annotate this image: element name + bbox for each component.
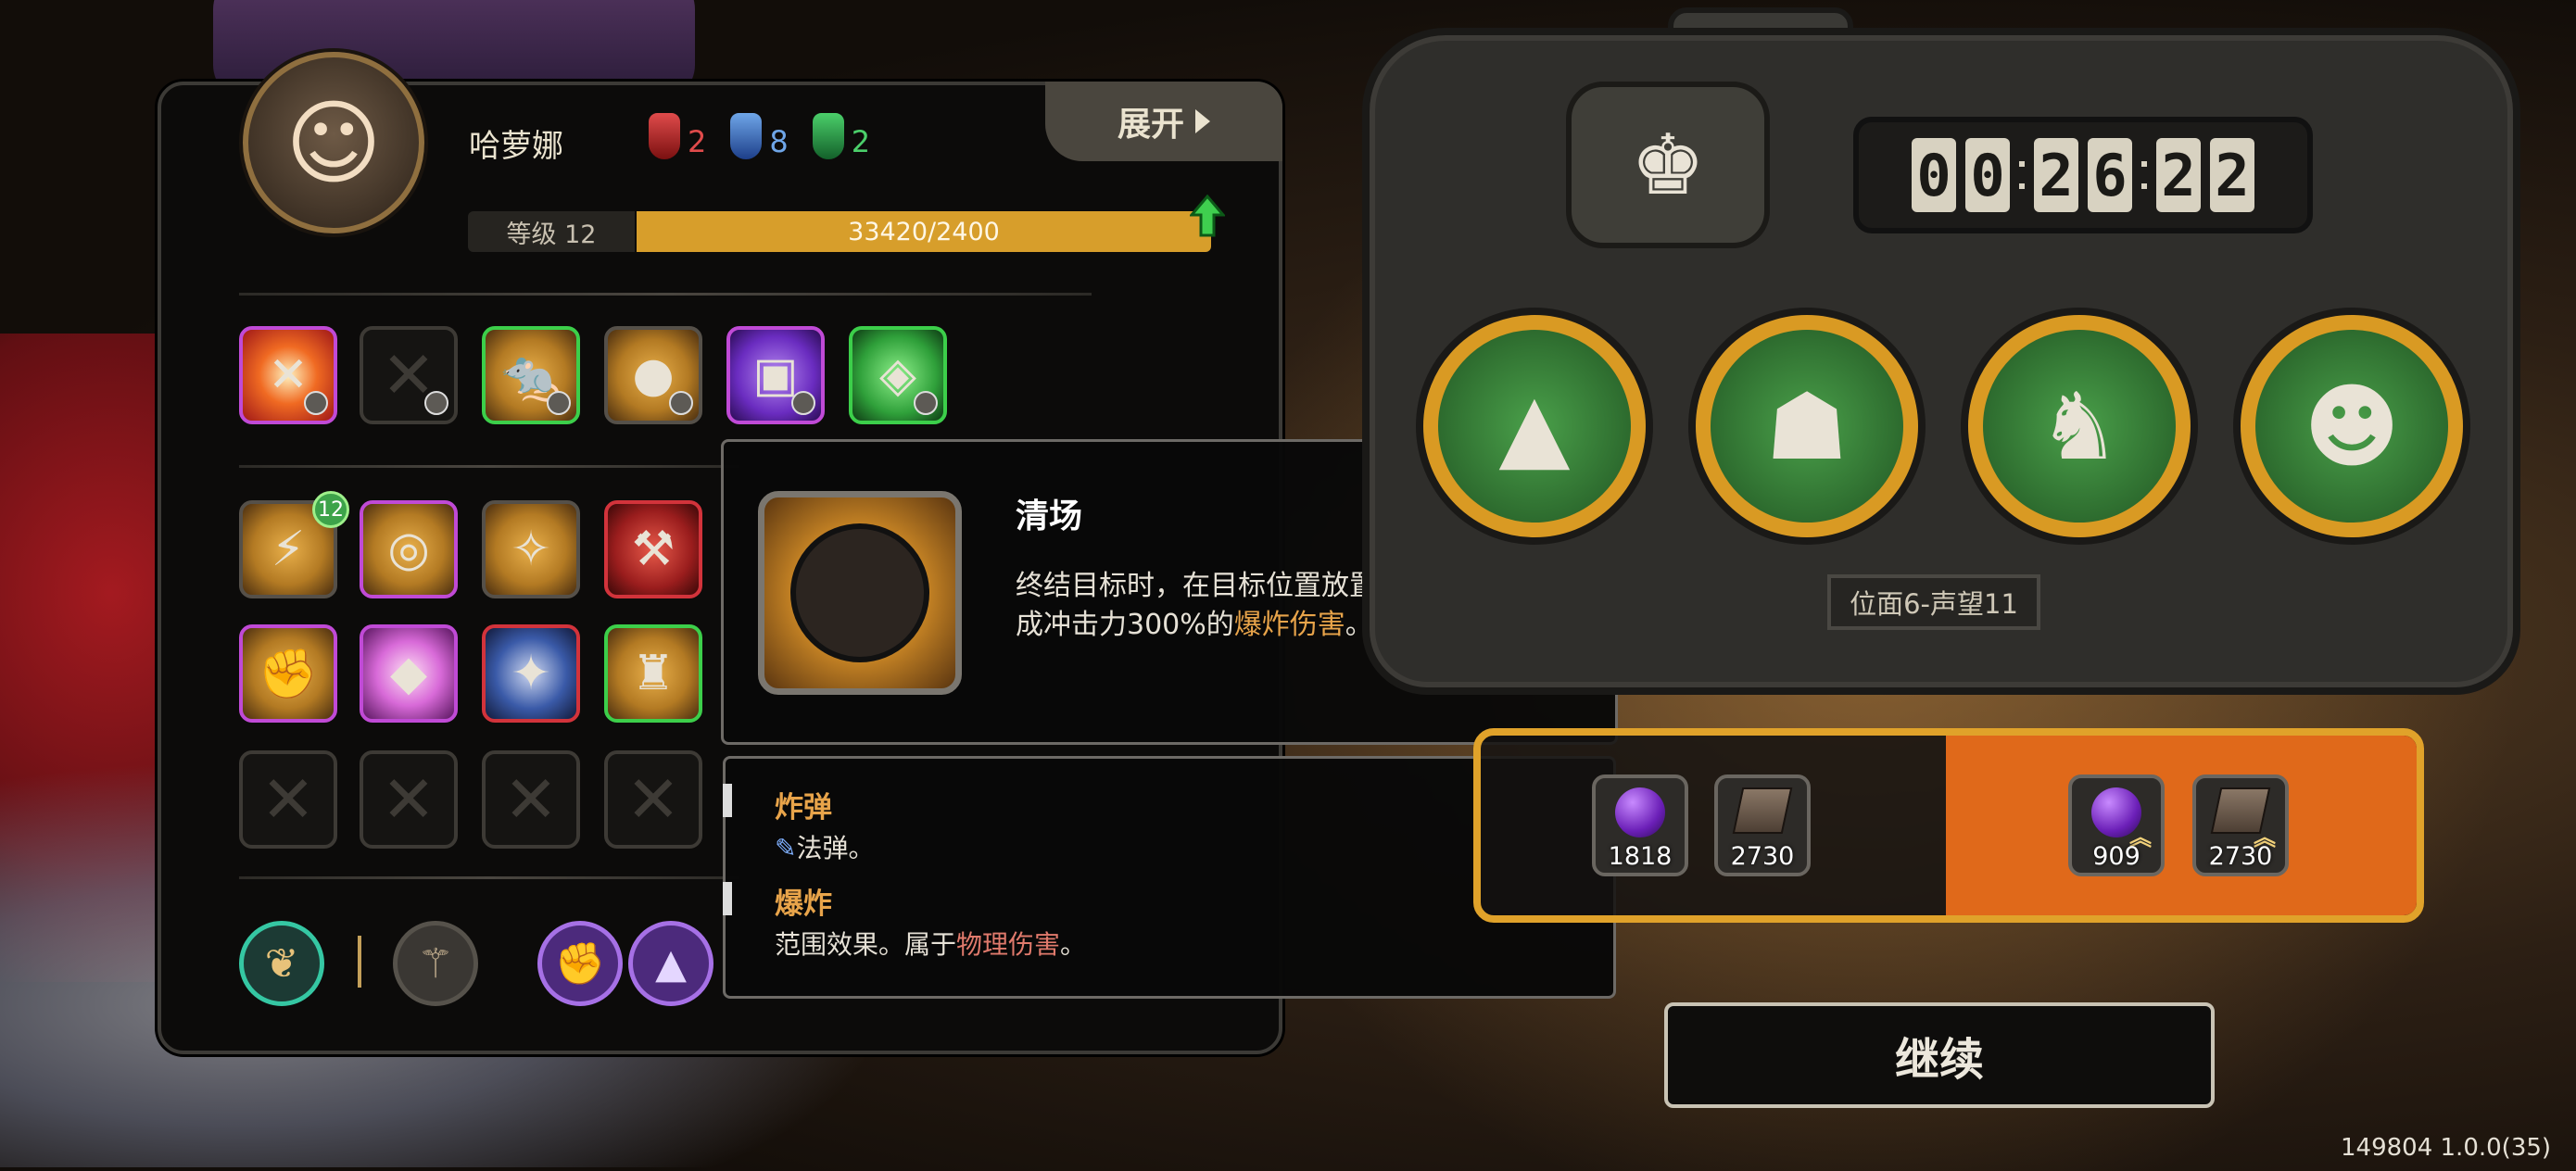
bonus-book-value: 2730 — [2208, 842, 2273, 871]
inventory-slot-4[interactable]: ⚒ — [604, 500, 702, 598]
purple-orb-icon — [1615, 787, 1665, 837]
timer-digit: 0 — [1965, 138, 2010, 212]
fist-trait-icon[interactable]: ✊ — [537, 921, 623, 1006]
reward-orb-value: 1818 — [1608, 842, 1673, 871]
divider-3 — [239, 876, 739, 879]
bonus-orb: ︽ 909 — [2068, 774, 2165, 876]
game-screen: 展开 ☺ 哈萝娜 2 8 2 等级 12 33420/2400 ✕ ✕ 🐀 ● … — [0, 0, 2576, 1171]
timer: 0 0 2 6 2 2 — [1853, 117, 2313, 233]
level-up-arrow-icon[interactable] — [1190, 195, 1225, 237]
keyword-bomb-body: ✎法弹。 — [775, 828, 874, 865]
teammate-3-avatar[interactable]: ♞ — [1968, 315, 2191, 537]
keyword-marker — [723, 882, 732, 915]
hero-avatar[interactable]: ☺ — [243, 52, 424, 233]
gem-red: 2 — [649, 113, 706, 159]
inventory-slot-5[interactable]: ✊ — [239, 624, 337, 723]
teammate-1-avatar[interactable]: ▲ — [1423, 315, 1646, 537]
timer-digit: 0 — [1912, 138, 1956, 212]
slot-badge-icon — [791, 391, 815, 415]
slot-badge-icon — [669, 391, 693, 415]
timer-digit: 2 — [2210, 138, 2254, 212]
bonus-orb-value: 909 — [2092, 842, 2140, 871]
gem-green: 2 — [812, 113, 871, 159]
red-mask-icon — [649, 113, 680, 159]
timer-colon — [2019, 161, 2025, 189]
skill-slot-5[interactable]: ▣ — [726, 326, 825, 424]
skill-slot-3[interactable]: 🐀 — [482, 326, 580, 424]
timer-digit: 6 — [2088, 138, 2132, 212]
bullet-icon: ✎ — [775, 833, 797, 863]
inventory-slot-2[interactable]: ◎ — [360, 500, 458, 598]
bomb-skill-icon — [758, 491, 962, 695]
inventory-slot-12-empty[interactable]: ✕ — [604, 750, 702, 849]
keyword-explode-body: 范围效果。属于物理伤害。 — [775, 925, 1086, 962]
desc-explode-keyword: 爆炸伤害 — [1233, 609, 1345, 641]
slot-badge-icon — [547, 391, 571, 415]
teammate-2-avatar[interactable]: ☗ — [1696, 315, 1918, 537]
mace-weapon-icon[interactable]: ⚚ — [393, 921, 478, 1006]
keyword-explode-title: 爆炸 — [775, 888, 832, 921]
xp-bar: 33420/2400 — [637, 211, 1211, 252]
stage-label: 位面6-声望11 — [1827, 574, 2040, 630]
gem-blue-count: 8 — [769, 124, 789, 159]
skill-slot-1[interactable]: ✕ — [239, 326, 337, 424]
inventory-slot-6[interactable]: ◆ — [360, 624, 458, 723]
bomb-icon — [790, 523, 929, 662]
slot-badge-icon — [424, 391, 448, 415]
trait-footprint-icon[interactable]: ❦ — [239, 921, 324, 1006]
keyword-explode-pre: 范围效果。属于 — [775, 929, 957, 960]
keyword-explode-post: 。 — [1060, 929, 1087, 960]
skill-slot-6[interactable]: ◈ — [849, 326, 947, 424]
crown-duck-emblem-icon: ♚ — [1566, 82, 1770, 248]
skill-slot-4[interactable]: ● — [604, 326, 702, 424]
keyword-bomb-title: 炸弹 — [775, 791, 832, 825]
inventory-slot-7[interactable]: ✦ — [482, 624, 580, 723]
timer-digit: 2 — [2156, 138, 2201, 212]
gem-red-count: 2 — [688, 124, 707, 159]
keyword-bomb-text: 法弹。 — [796, 833, 875, 863]
gem-counts: 2 8 2 — [649, 113, 870, 159]
divider-2 — [239, 465, 739, 468]
inventory-slot-9-empty[interactable]: ✕ — [239, 750, 337, 849]
slot-badge-icon — [914, 391, 938, 415]
timer-colon — [2141, 161, 2147, 189]
green-mask-icon — [812, 113, 844, 159]
witch-hat-trait-icon[interactable]: ▲ — [628, 921, 713, 1006]
bonus-book: ︽ 2730 — [2192, 774, 2289, 876]
reward-book-value: 2730 — [1730, 842, 1795, 871]
chevron-right-icon — [1195, 109, 1210, 133]
teammate-4-avatar[interactable]: ☻ — [2241, 315, 2463, 537]
blue-mask-icon — [730, 113, 763, 159]
keyword-marker — [723, 784, 732, 817]
gem-blue: 8 — [730, 113, 789, 159]
inventory-slot-8[interactable]: ♜ — [604, 624, 702, 723]
reward-book: 2730 — [1714, 774, 1811, 876]
skill-level-badge: 12 — [312, 491, 349, 528]
reward-orb: 1818 — [1592, 774, 1688, 876]
trait-divider — [358, 936, 361, 988]
inventory-slot-11-empty[interactable]: ✕ — [482, 750, 580, 849]
expand-label: 展开 — [1117, 106, 1184, 144]
continue-button[interactable]: 继续 — [1664, 1002, 2215, 1108]
divider-1 — [239, 293, 1092, 296]
slot-badge-icon — [304, 391, 328, 415]
expand-button[interactable]: 展开 — [1045, 82, 1282, 161]
skill-slot-2-empty[interactable]: ✕ — [360, 326, 458, 424]
reward-panel-bonus — [1946, 736, 2417, 915]
tooltip-title: 清场 — [1016, 497, 1083, 535]
inventory-slot-10-empty[interactable]: ✕ — [360, 750, 458, 849]
hero-name: 哈萝娜 — [469, 128, 563, 165]
timer-digit: 2 — [2034, 138, 2078, 212]
book-icon — [1732, 787, 1793, 834]
version-label: 149804 1.0.0(35) — [2341, 1134, 2552, 1162]
gem-green-count: 2 — [851, 124, 871, 159]
keyword-physical-damage: 物理伤害 — [956, 929, 1061, 960]
inventory-slot-3[interactable]: ✧ — [482, 500, 580, 598]
level-label: 等级 12 — [468, 211, 635, 252]
